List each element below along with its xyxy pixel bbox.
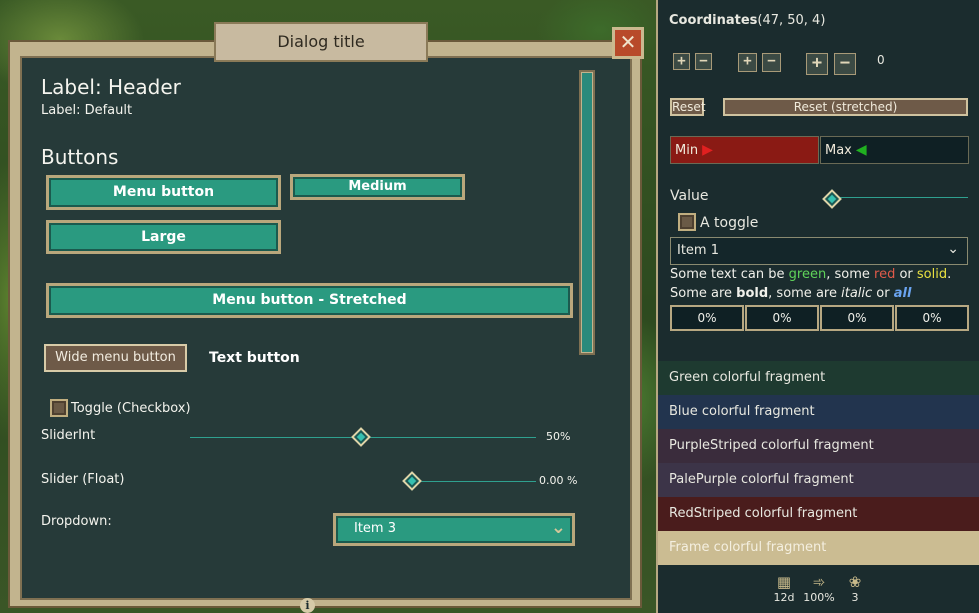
reset-stretched-button[interactable]: Reset (stretched) [723, 98, 968, 116]
fragment-blue: Blue colorful fragment [658, 395, 979, 429]
percent-cell: 0% [745, 305, 819, 331]
stepper-value: 0 [877, 53, 885, 67]
min-bar[interactable]: Min ▶ [670, 136, 819, 164]
arrow-right-icon: ▶ [702, 142, 713, 158]
stat-day: ▦ 12d [764, 573, 804, 604]
toggle-checkbox-label: Toggle (Checkbox) [71, 401, 191, 416]
max-bar[interactable]: Max ◀ [820, 136, 969, 164]
wide-menu-button[interactable]: Wide menu button [44, 344, 187, 372]
stats-bar: ▦ 12d ➾ 100% ❀ 3 [658, 565, 979, 613]
plus-large-button[interactable]: + [806, 53, 828, 75]
percent-cell: 0% [670, 305, 744, 331]
fragment-frame: Frame colorful fragment [658, 531, 979, 565]
slider-int-label: SliderInt [41, 428, 96, 443]
coordinates-value: (47, 50, 4) [757, 13, 826, 28]
menu-button-stretched[interactable]: Menu button - Stretched [46, 283, 573, 318]
dropdown-label: Dropdown: [41, 514, 112, 529]
percent-cell: 0% [895, 305, 969, 331]
fragment-green: Green colorful fragment [658, 361, 979, 395]
label-default: Label: Default [41, 103, 133, 118]
text-button[interactable]: Text button [209, 350, 300, 366]
reset-button[interactable]: Reset [670, 98, 706, 116]
slider-int-value: 50% [546, 430, 571, 443]
toggle-checkbox[interactable] [50, 399, 68, 417]
minus-small-button[interactable]: − [695, 53, 712, 70]
arrow-left-icon: ◀ [855, 142, 867, 158]
buttons-section-header: Buttons [41, 145, 119, 169]
rich-text-line-1: Some text can be green, some red or soli… [670, 267, 952, 282]
slider-float-track[interactable] [412, 481, 536, 482]
plus-medium-button[interactable]: + [738, 53, 757, 72]
minus-large-button[interactable]: − [834, 53, 856, 75]
label-header: Label: Header [41, 75, 181, 99]
plus-small-button[interactable]: + [673, 53, 690, 70]
close-icon: ✕ [619, 30, 637, 54]
value-slider-handle[interactable] [822, 189, 842, 209]
dialog-title: Dialog title [214, 22, 428, 62]
debug-side-panel: Coordinates(47, 50, 4) + − + − + − 0 Res… [656, 0, 979, 613]
coordinates-heading: Coordinates(47, 50, 4) [669, 13, 826, 28]
dialog-close-button[interactable]: ✕ [612, 27, 644, 59]
fragment-purple-striped: PurpleStriped colorful fragment [658, 429, 979, 463]
dialog-scrollbar[interactable] [579, 70, 595, 355]
slider-float-label: Slider (Float) [41, 472, 125, 487]
dropdown-selected: Item 3 [354, 521, 396, 536]
chevron-down-icon: ⌄ [550, 517, 566, 538]
stat-beavers: ❀ 3 [835, 573, 875, 604]
speed-arrow-icon: ➾ [812, 573, 826, 591]
stat-speed: ➾ 100% [799, 573, 839, 604]
rich-text-line-2: Some are bold, some are italic or all [670, 286, 912, 301]
a-toggle-checkbox[interactable] [678, 213, 696, 231]
item-dropdown-selected: Item 1 [677, 243, 719, 258]
value-slider-track[interactable] [838, 197, 968, 198]
fragment-pale-purple: PalePurple colorful fragment [658, 463, 979, 497]
menu-button[interactable]: Menu button [46, 175, 281, 210]
medium-button[interactable]: Medium [290, 174, 465, 200]
percent-cell: 0% [820, 305, 894, 331]
beavers-icon: ❀ [848, 573, 862, 591]
chevron-down-icon: ⌄ [947, 241, 959, 257]
fragment-red-striped: RedStriped colorful fragment [658, 497, 979, 531]
info-icon[interactable]: i [300, 598, 315, 613]
item-dropdown[interactable]: Item 1 ⌄ [670, 237, 968, 265]
dialog-dropdown[interactable]: Item 3 ⌄ [333, 513, 575, 546]
calendar-icon: ▦ [776, 573, 792, 591]
minus-medium-button[interactable]: − [762, 53, 781, 72]
value-label: Value [670, 188, 709, 204]
large-button[interactable]: Large [46, 220, 281, 254]
a-toggle-label: A toggle [700, 215, 759, 231]
scrollbar-thumb[interactable] [582, 73, 592, 352]
slider-float-value: 0.00 % [539, 474, 578, 487]
